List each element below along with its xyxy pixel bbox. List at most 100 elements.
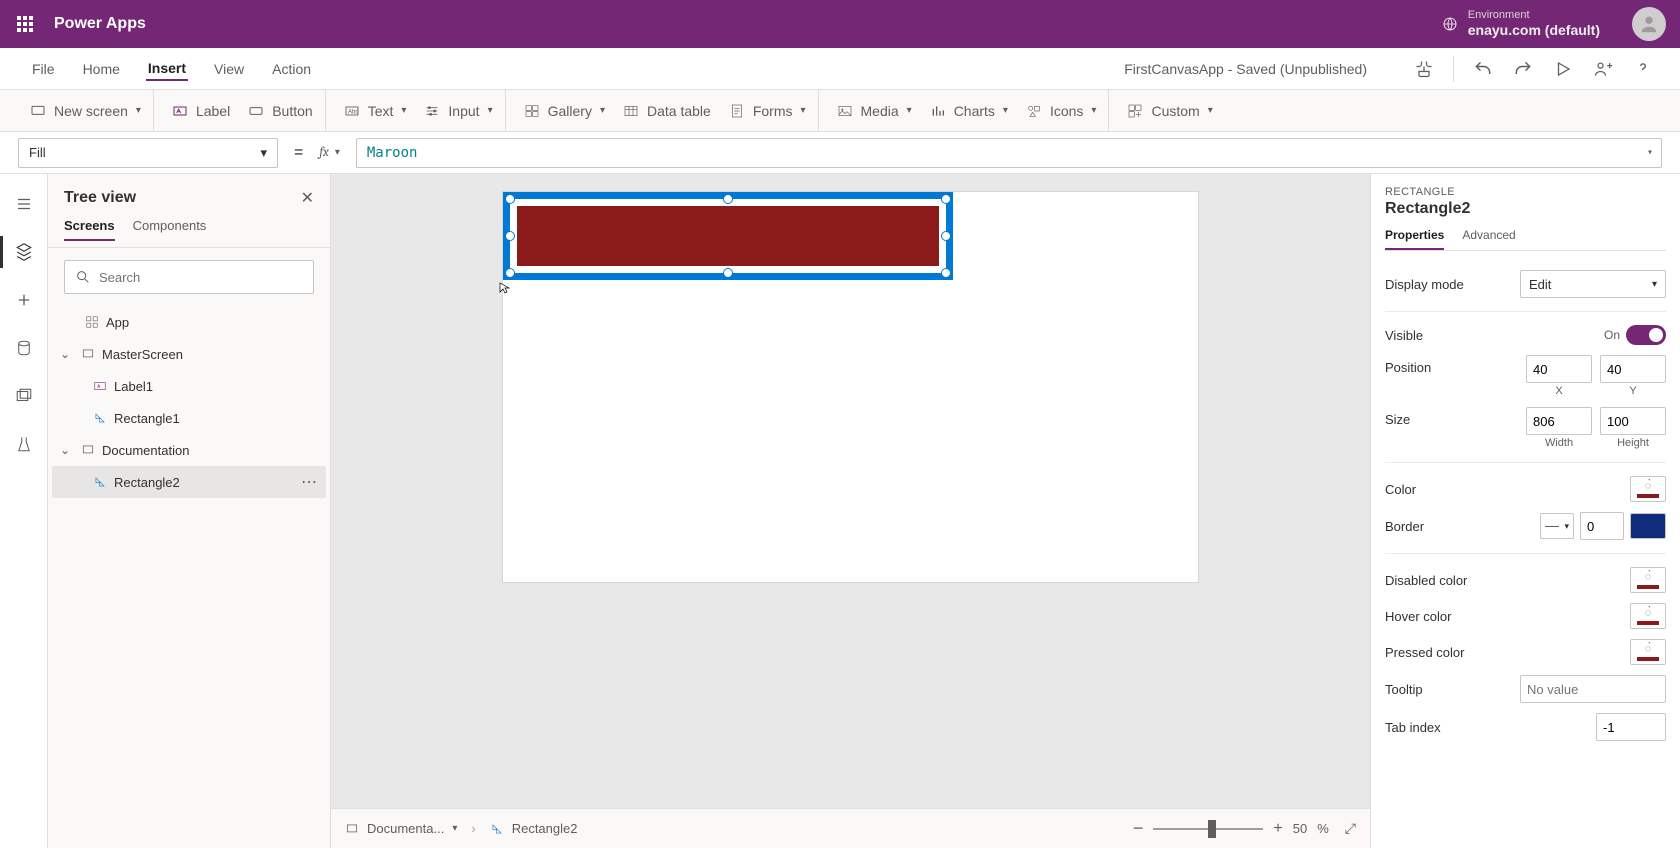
resize-handle[interactable]	[723, 194, 733, 204]
menu-action[interactable]: Action	[270, 61, 313, 77]
forms-button[interactable]: Forms▾	[729, 103, 806, 119]
redo-icon[interactable]	[1506, 52, 1540, 86]
rail-tools-icon[interactable]	[8, 428, 40, 460]
chevron-down-icon[interactable]: ⌄	[60, 347, 74, 361]
tree-item-masterscreen[interactable]: ⌄ MasterScreen	[52, 338, 326, 370]
tabindex-input[interactable]	[1596, 713, 1666, 741]
breadcrumb-element[interactable]: Rectangle2	[490, 821, 578, 836]
input-button[interactable]: Input▾	[424, 103, 492, 119]
border-width-input[interactable]	[1580, 512, 1624, 540]
new-screen-label: New screen	[54, 103, 128, 119]
pressed-color-swatch[interactable]: ◌̀	[1630, 639, 1666, 665]
text-button[interactable]: AbcText▾	[344, 103, 407, 119]
table-icon	[623, 103, 639, 119]
custom-button[interactable]: Custom▾	[1127, 103, 1212, 119]
label-icon	[92, 379, 108, 393]
resize-handle[interactable]	[505, 268, 515, 278]
formula-input[interactable]: Maroon ▾	[356, 138, 1662, 168]
play-icon[interactable]	[1546, 52, 1580, 86]
position-x-input[interactable]	[1526, 355, 1592, 383]
svg-text:Abc: Abc	[348, 109, 358, 115]
menu-home[interactable]: Home	[81, 61, 122, 77]
resize-handle[interactable]	[941, 268, 951, 278]
component-icon	[1127, 103, 1143, 119]
tab-advanced[interactable]: Advanced	[1462, 228, 1515, 250]
chevron-down-icon[interactable]: ⌄	[60, 443, 74, 457]
rail-hamburger-icon[interactable]	[8, 188, 40, 220]
undo-icon[interactable]	[1466, 52, 1500, 86]
media-button[interactable]: Media▾	[837, 103, 912, 119]
expand-formula-icon[interactable]: ▾	[1647, 147, 1653, 158]
menu-view[interactable]: View	[212, 61, 246, 77]
icons-button[interactable]: Icons▾	[1026, 103, 1097, 119]
tree-item-label1[interactable]: Label1	[52, 370, 326, 402]
gallery-button[interactable]: Gallery▾	[524, 103, 605, 119]
canvas-page[interactable]	[503, 192, 1198, 582]
new-screen-button[interactable]: New screen ▾	[30, 103, 141, 119]
tab-components[interactable]: Components	[133, 218, 207, 241]
button-button[interactable]: Button	[248, 103, 312, 119]
tree-item-documentation[interactable]: ⌄ Documentation	[52, 434, 326, 466]
more-icon[interactable]: ⋯	[301, 472, 318, 492]
share-icon[interactable]	[1586, 52, 1620, 86]
properties-panel: RECTANGLE Rectangle2 Properties Advanced…	[1370, 174, 1680, 848]
avatar[interactable]	[1632, 7, 1666, 41]
tooltip-input[interactable]	[1520, 675, 1666, 703]
rectangle2-shape[interactable]	[517, 206, 939, 266]
environment-selector[interactable]: Environment enayu.com (default)	[1442, 9, 1600, 39]
tree-search[interactable]	[64, 260, 314, 294]
chevron-down-icon: ▾	[600, 105, 605, 116]
hover-color-label: Hover color	[1385, 609, 1451, 624]
border-color-swatch[interactable]	[1630, 513, 1666, 539]
visible-toggle[interactable]	[1626, 325, 1666, 345]
resize-handle[interactable]	[723, 268, 733, 278]
size-width-input[interactable]	[1526, 407, 1592, 435]
resize-handle[interactable]	[941, 231, 951, 241]
tree-item-rectangle2[interactable]: Rectangle2 ⋯	[52, 466, 326, 498]
tree-view-panel: Tree view ✕ Screens Components App ⌄ Mas…	[48, 174, 331, 848]
tree-item-rectangle1[interactable]: Rectangle1	[52, 402, 326, 434]
search-input[interactable]	[99, 270, 303, 285]
datatable-button[interactable]: Data table	[623, 103, 711, 119]
rail-data-icon[interactable]	[8, 332, 40, 364]
selection-box[interactable]	[503, 192, 953, 280]
tree-item-app[interactable]: App	[52, 306, 326, 338]
app-checker-icon[interactable]	[1407, 52, 1441, 86]
position-y-input[interactable]	[1600, 355, 1666, 383]
paint-icon: ◌̀	[1645, 571, 1652, 583]
waffle-icon[interactable]	[10, 9, 40, 39]
disabled-color-swatch[interactable]: ◌̀	[1630, 567, 1666, 593]
display-mode-select[interactable]: Edit▾	[1520, 270, 1666, 298]
rail-insert-icon[interactable]	[8, 284, 40, 316]
resize-handle[interactable]	[505, 231, 515, 241]
control-name: Rectangle2	[1385, 200, 1666, 218]
help-icon[interactable]	[1626, 52, 1660, 86]
tab-properties[interactable]: Properties	[1385, 228, 1444, 250]
zoom-out-button[interactable]: −	[1133, 818, 1144, 839]
label-button[interactable]: Label	[172, 103, 230, 119]
color-swatch[interactable]: ◌̀	[1630, 476, 1666, 502]
paint-icon: ◌̀	[1645, 607, 1652, 619]
rail-media-icon[interactable]	[8, 380, 40, 412]
tab-screens[interactable]: Screens	[64, 218, 115, 241]
close-icon[interactable]: ✕	[301, 188, 314, 208]
size-height-input[interactable]	[1600, 407, 1666, 435]
resize-handle[interactable]	[505, 194, 515, 204]
border-style-select[interactable]: ▾	[1540, 513, 1574, 539]
screen-icon	[345, 822, 359, 836]
zoom-in-button[interactable]: +	[1273, 820, 1282, 838]
menu-file[interactable]: File	[30, 61, 57, 77]
breadcrumb-screen[interactable]: Documenta... ▾	[345, 821, 457, 836]
environment-label: Environment	[1468, 9, 1600, 22]
hover-color-swatch[interactable]: ◌̀	[1630, 603, 1666, 629]
fit-screen-icon[interactable]: ⤢	[1339, 820, 1356, 837]
property-selector[interactable]: Fill ▾	[18, 138, 278, 168]
resize-handle[interactable]	[941, 194, 951, 204]
zoom-slider[interactable]	[1153, 828, 1263, 830]
search-icon	[75, 269, 91, 285]
menu-insert[interactable]: Insert	[146, 60, 188, 81]
chevron-down-icon: ▾	[452, 823, 457, 834]
rail-treeview-icon[interactable]	[8, 236, 40, 268]
fx-button[interactable]: fx ▾	[319, 145, 346, 160]
charts-button[interactable]: Charts▾	[930, 103, 1008, 119]
